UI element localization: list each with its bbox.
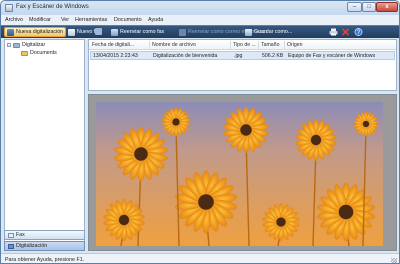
title-bar[interactable]: Fax y Escáner de Windows – □ x (1, 1, 399, 15)
menu-herramientas[interactable]: Herramientas (75, 17, 107, 23)
scan-folder-icon (13, 42, 20, 48)
cell-type: .jpg (234, 53, 243, 59)
forward-fax-icon (111, 28, 118, 36)
nav-fax-button[interactable]: Fax (4, 230, 85, 240)
toolbar-group-icon (94, 28, 110, 36)
column-filename[interactable]: Nombre de archivo (152, 42, 196, 48)
status-text: Para obtener Ayuda, presione F1. (5, 257, 85, 263)
column-date[interactable]: Fecha de digitali... (92, 42, 134, 48)
window-title: Fax y Escáner de Windows (16, 4, 89, 10)
cell-size: 506.2 KB (262, 53, 284, 59)
contacts-icon[interactable] (95, 28, 102, 35)
scan-preview-image (96, 102, 383, 246)
printer-icon[interactable] (329, 28, 338, 36)
menu-ver[interactable]: Ver (61, 17, 69, 23)
menu-modificar[interactable]: Modificar (29, 17, 51, 23)
new-scan-button[interactable]: Nueva digitalización (4, 27, 66, 37)
scan-list: Fecha de digitali... Nombre de archivo T… (88, 39, 397, 91)
fax-scan-app-icon (5, 4, 13, 12)
list-header: Fecha de digitali... Nombre de archivo T… (89, 40, 396, 50)
help-icon[interactable]: ? (354, 28, 363, 36)
close-button[interactable]: x (376, 2, 398, 12)
table-row[interactable]: 13/04/2015 2:23:43 Digitalización de bie… (90, 51, 395, 60)
column-source[interactable]: Origen (287, 42, 303, 48)
status-bar: Para obtener Ayuda, presione F1. (1, 253, 399, 263)
scanner-icon (7, 28, 14, 36)
preview-pane (88, 94, 397, 251)
save-as-button[interactable]: Guardar como... (245, 27, 292, 37)
column-divider[interactable] (230, 41, 231, 49)
main-window: Fax y Escáner de Windows – □ x Archivo M… (0, 0, 400, 264)
column-divider[interactable] (149, 41, 150, 49)
maximize-button[interactable]: □ (362, 2, 376, 12)
collapse-icon[interactable]: - (7, 43, 11, 47)
column-size[interactable]: Tamaño (261, 42, 279, 48)
column-divider[interactable] (284, 41, 285, 49)
fax-icon (68, 28, 75, 36)
save-icon (245, 28, 252, 36)
cell-date: 13/04/2015 2:23:43 (93, 53, 138, 59)
new-scan-label: Nueva digitalización (16, 29, 64, 35)
delete-icon[interactable] (341, 28, 350, 36)
menu-ayuda[interactable]: Ayuda (148, 17, 163, 23)
tree-item-digitalizar[interactable]: - Digitalizar (7, 42, 45, 48)
column-divider[interactable] (258, 41, 259, 49)
cell-source: Equipo de Fax y escáner de Windows (288, 53, 376, 59)
menu-archivo[interactable]: Archivo (5, 17, 23, 23)
minimize-button[interactable]: – (347, 2, 362, 12)
menu-bar: Archivo Modificar Ver Herramientas Docum… (1, 15, 399, 25)
tree-item-label: Digitalizar (22, 42, 46, 48)
forward-fax-button[interactable]: Reenviar como fax (111, 27, 164, 37)
folder-tree-pane: - Digitalizar Documents (4, 39, 85, 251)
nav-scan-button[interactable]: Digitalización (4, 241, 85, 251)
cell-filename: Digitalización de bienvenida (153, 53, 218, 59)
resize-grip-icon[interactable] (391, 258, 397, 263)
nav-scan-label: Digitalización (16, 243, 48, 249)
folder-icon (21, 50, 28, 56)
email-icon (179, 28, 186, 36)
tree-item-label: Documents (30, 50, 57, 56)
save-as-label: Guardar como... (254, 29, 293, 35)
menu-documento[interactable]: Documento (114, 17, 142, 23)
tree-item-documents[interactable]: Documents (21, 50, 57, 56)
column-type[interactable]: Tipo de ... (233, 42, 256, 48)
forward-fax-label: Reenviar como fax (120, 29, 165, 35)
toolbar: Nueva digitalización Nuevo fax Reenviar … (1, 25, 399, 38)
scan-nav-icon (8, 243, 14, 249)
nav-fax-label: Fax (16, 232, 25, 238)
fax-nav-icon (8, 232, 14, 238)
